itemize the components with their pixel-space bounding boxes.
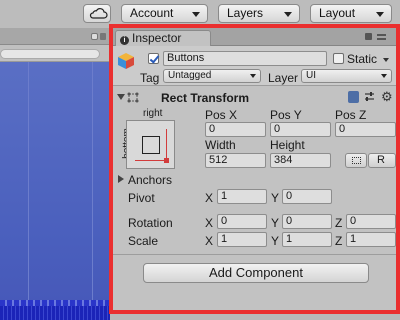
chevron-down-icon[interactable] bbox=[383, 58, 389, 62]
layout-label: Layout bbox=[319, 6, 356, 20]
rotation-y-field[interactable]: 0 bbox=[282, 214, 332, 229]
blueprint-icon bbox=[352, 157, 361, 164]
scene-header bbox=[0, 45, 110, 62]
layers-label: Layers bbox=[227, 6, 264, 20]
inspector-tabbar: i Inspector bbox=[113, 28, 396, 46]
static-label: Static bbox=[347, 52, 378, 66]
lock-icon[interactable] bbox=[365, 33, 372, 40]
scale-x-field[interactable]: 1 bbox=[217, 232, 267, 247]
rotation-x-axis: X bbox=[205, 216, 214, 230]
active-checkbox[interactable] bbox=[148, 53, 159, 64]
maximize-icon[interactable] bbox=[91, 33, 98, 40]
object-name-input[interactable]: Buttons bbox=[163, 51, 327, 66]
rect-transform-header[interactable]: Rect Transform ⚙ bbox=[113, 87, 396, 107]
anchor-line bbox=[166, 129, 167, 161]
gameobject-cube-icon bbox=[118, 53, 134, 69]
cloud-button[interactable] bbox=[83, 4, 111, 23]
rect-transform-title: Rect Transform bbox=[161, 91, 250, 105]
pos-y-label: Pos Y bbox=[270, 108, 302, 122]
width-field[interactable]: 512 bbox=[205, 153, 266, 168]
pos-x-field[interactable]: 0 bbox=[205, 122, 266, 137]
rotation-y-axis: Y bbox=[271, 216, 280, 230]
layer-value: UI bbox=[306, 70, 316, 81]
raw-edit-button[interactable]: R bbox=[368, 153, 396, 168]
grid-line bbox=[28, 62, 29, 320]
tag-dropdown[interactable]: Untagged bbox=[163, 69, 261, 83]
rect-transform-icon bbox=[127, 92, 139, 103]
rotation-z-field[interactable]: 0 bbox=[346, 214, 396, 229]
rotation-z-axis: Z bbox=[335, 216, 343, 230]
anchors-label[interactable]: Anchors bbox=[128, 173, 172, 187]
cloud-icon bbox=[89, 8, 108, 19]
chevron-down-icon bbox=[284, 12, 292, 17]
width-label: Width bbox=[205, 138, 236, 152]
pivot-x-axis: X bbox=[205, 191, 214, 205]
scale-label: Scale bbox=[128, 234, 159, 248]
pos-y-field[interactable]: 0 bbox=[270, 122, 331, 137]
component-separator bbox=[113, 254, 396, 255]
gear-icon[interactable]: ⚙ bbox=[381, 90, 393, 103]
scale-z-field[interactable]: 1 bbox=[346, 232, 396, 247]
pos-x-label: Pos X bbox=[205, 108, 238, 122]
account-dropdown[interactable]: Account bbox=[121, 4, 208, 23]
fold-arrow-icon[interactable] bbox=[117, 94, 125, 100]
static-checkbox[interactable] bbox=[333, 53, 344, 64]
sliders-icon[interactable] bbox=[364, 91, 375, 103]
pos-z-label: Pos Z bbox=[335, 108, 367, 122]
height-field[interactable]: 384 bbox=[270, 153, 331, 168]
scene-panel bbox=[0, 28, 110, 320]
anchor-preset-rect bbox=[142, 136, 160, 154]
scene-viewport[interactable] bbox=[0, 62, 110, 320]
lock-icon[interactable] bbox=[100, 33, 106, 40]
menu-icon[interactable] bbox=[377, 34, 386, 40]
bottom-strip bbox=[110, 310, 400, 320]
chevron-down-icon bbox=[376, 12, 384, 17]
layer-dropdown[interactable]: UI bbox=[301, 69, 392, 83]
scale-y-field[interactable]: 1 bbox=[282, 232, 332, 247]
scale-z-axis: Z bbox=[335, 234, 343, 248]
account-label: Account bbox=[130, 6, 174, 20]
anchor-preset-icon[interactable] bbox=[126, 120, 175, 169]
anchor-right-label: right bbox=[143, 108, 163, 119]
chevron-down-icon bbox=[381, 74, 387, 78]
rotation-x-field[interactable]: 0 bbox=[217, 214, 267, 229]
scale-x-axis: X bbox=[205, 234, 214, 248]
book-icon[interactable] bbox=[348, 91, 359, 103]
add-component-button[interactable]: Add Component bbox=[143, 263, 369, 283]
pivot-y-axis: Y bbox=[271, 191, 280, 205]
info-icon: i bbox=[120, 36, 129, 45]
scale-y-axis: Y bbox=[271, 234, 280, 248]
chevron-down-icon bbox=[250, 74, 256, 78]
tag-value: Untagged bbox=[168, 70, 212, 81]
anchor-point bbox=[164, 158, 169, 163]
scene-search-field[interactable] bbox=[0, 49, 100, 59]
top-toolbar: Account Layers Layout bbox=[0, 0, 400, 28]
grid-line bbox=[92, 62, 93, 320]
anchors-fold-arrow-icon[interactable] bbox=[118, 175, 124, 183]
chevron-down-icon bbox=[192, 12, 200, 17]
anchor-line bbox=[135, 160, 167, 161]
tab-inspector-label: Inspector bbox=[132, 31, 182, 45]
pivot-y-field[interactable]: 0 bbox=[282, 189, 332, 204]
layers-dropdown[interactable]: Layers bbox=[218, 4, 300, 23]
gameobject-header: Buttons Static Tag Untagged Layer UI bbox=[113, 46, 396, 86]
scene-tabbar bbox=[0, 28, 110, 45]
layout-dropdown[interactable]: Layout bbox=[310, 4, 392, 23]
pos-z-field[interactable]: 0 bbox=[335, 122, 396, 137]
rotation-label: Rotation bbox=[128, 216, 173, 230]
height-label: Height bbox=[270, 138, 305, 152]
blueprint-button[interactable] bbox=[345, 153, 367, 168]
pivot-x-field[interactable]: 1 bbox=[217, 189, 267, 204]
tab-inspector[interactable]: i Inspector bbox=[115, 30, 211, 46]
pivot-label: Pivot bbox=[128, 191, 155, 205]
layer-label: Layer bbox=[268, 71, 299, 85]
inspector-panel: i Inspector Buttons Static Tag Untagged L… bbox=[113, 28, 396, 310]
tag-label: Tag bbox=[140, 71, 160, 85]
scene-strip bbox=[0, 306, 110, 320]
